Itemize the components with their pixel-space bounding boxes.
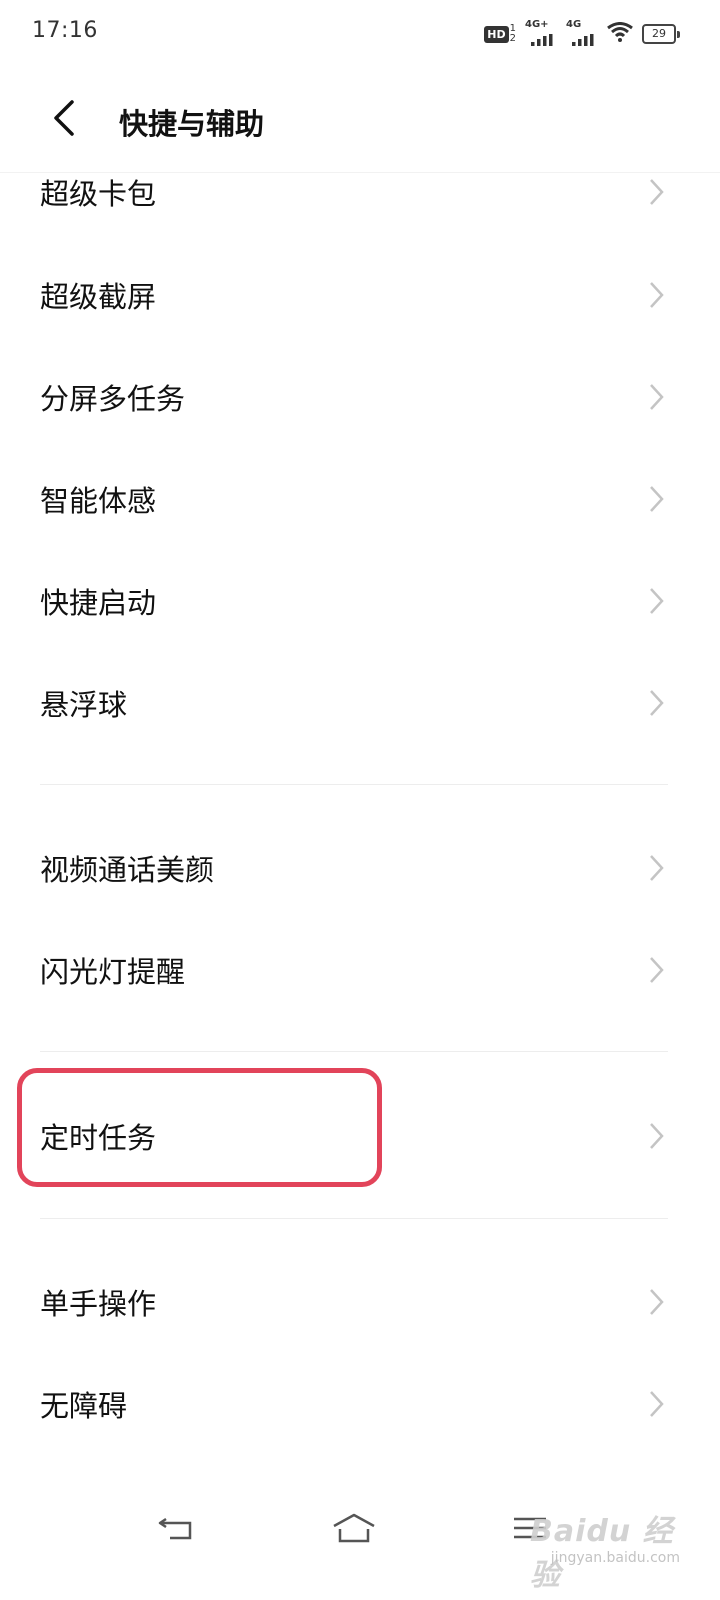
chevron-right-icon [650,282,664,308]
baidu-watermark: Baidu 经验 jingyan.baidu.com [530,1490,680,1593]
menu-item-accessibility[interactable]: 无障碍 [0,1354,720,1454]
hd-label: HD [484,25,509,43]
signal2-label: 4G [566,19,582,30]
menu-item-label: 悬浮球 [40,688,128,722]
menu-item-super-card-pack[interactable]: 超级卡包 [0,142,720,242]
menu-item-floating-ball[interactable]: 悬浮球 [0,653,720,753]
status-time: 17:16 [32,18,98,43]
section-divider [40,784,668,785]
status-icons: HD 1 2 4G+ 4G 29 [484,19,680,48]
menu-item-label: 超级卡包 [40,177,157,211]
wifi-icon [607,22,633,46]
menu-item-split-screen[interactable]: 分屏多任务 [0,347,720,447]
signal-strength-icon-1: 4G+ [525,19,557,46]
signal-strength-icon-2: 4G [566,19,598,46]
chevron-right-icon [650,1391,664,1417]
nav-back-icon [158,1517,192,1540]
highlight-annotation-box [17,1068,382,1187]
hd-voice-icon: HD 1 2 [484,24,516,44]
menu-item-label: 智能体感 [40,484,157,518]
section-divider [40,1218,668,1219]
menu-item-label: 超级截屏 [40,280,157,314]
nav-back-button[interactable] [144,1500,208,1556]
menu-item-one-hand-mode[interactable]: 单手操作 [0,1252,720,1352]
back-button[interactable] [38,90,90,146]
menu-item-smart-motion[interactable]: 智能体感 [0,449,720,549]
menu-item-video-call-beauty[interactable]: 视频通话美颜 [0,818,720,918]
menu-item-flash-reminder[interactable]: 闪光灯提醒 [0,920,720,1020]
nav-home-icon [333,1513,375,1543]
status-bar: 17:16 HD 1 2 4G+ 4G 29 [0,0,720,66]
chevron-right-icon [650,1289,664,1315]
battery-icon: 29 [642,24,680,44]
chevron-right-icon [650,588,664,614]
hd-sim-bottom: 2 [509,33,516,44]
menu-item-label: 视频通话美颜 [40,853,215,887]
chevron-right-icon [650,384,664,410]
menu-item-super-screenshot[interactable]: 超级截屏 [0,245,720,345]
menu-item-label: 分屏多任务 [40,382,186,416]
battery-tip [677,30,680,38]
menu-item-quick-launch[interactable]: 快捷启动 [0,551,720,651]
menu-item-label: 闪光灯提醒 [40,955,186,989]
section-divider [40,1051,668,1052]
battery-level: 29 [642,24,676,44]
watermark-url: jingyan.baidu.com [550,1550,680,1566]
menu-item-label: 单手操作 [40,1287,157,1321]
chevron-right-icon [650,855,664,881]
chevron-right-icon [650,179,664,205]
signal1-label: 4G+ [525,19,549,30]
menu-item-label: 无障碍 [40,1389,128,1423]
chevron-right-icon [650,1123,664,1149]
back-arrow-icon [54,100,74,136]
chevron-right-icon [650,486,664,512]
hd-sims: 1 2 [510,24,516,44]
chevron-right-icon [650,690,664,716]
chevron-right-icon [650,957,664,983]
menu-item-label: 快捷启动 [40,586,157,620]
page-title: 快捷与辅助 [119,107,265,141]
nav-home-button[interactable] [322,1500,386,1556]
